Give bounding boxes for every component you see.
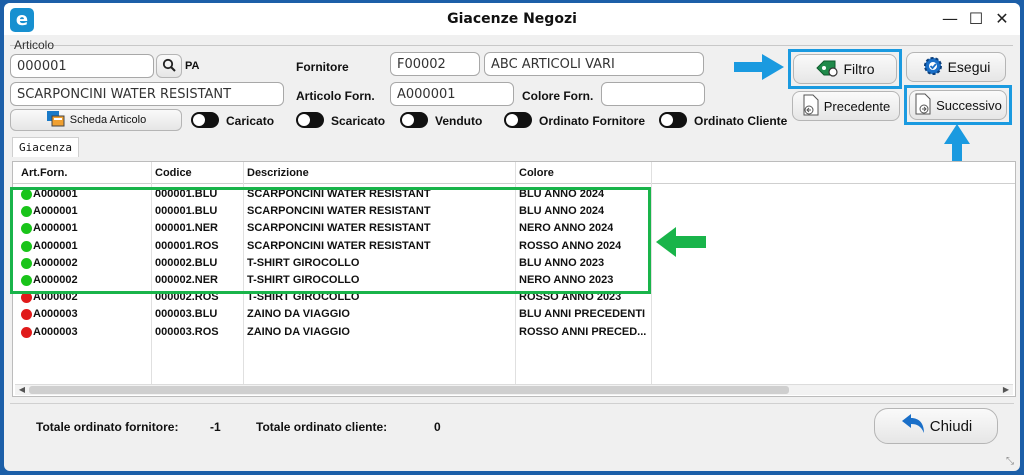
cell-code: 000003.BLU: [155, 308, 218, 321]
execute-label: Esegui: [947, 59, 991, 75]
main-window: e Giacenze Negozi — ☐ ✕ Articolo 000001 …: [4, 3, 1020, 471]
column-header-code[interactable]: Codice: [155, 167, 192, 179]
venduto-toggle[interactable]: [400, 112, 428, 128]
scrollbar-thumb[interactable]: [29, 386, 789, 394]
scroll-right-icon[interactable]: ▶: [1001, 385, 1011, 395]
search-button[interactable]: [156, 54, 182, 78]
total-supplier-value: -1: [210, 420, 221, 434]
status-red-icon: [21, 309, 32, 321]
total-customer-value: 0: [434, 420, 441, 434]
arrow-right-indicator-icon: [734, 54, 784, 80]
supplier-article-label: Articolo Forn.: [296, 89, 375, 103]
table-row[interactable]: A000003 000003.ROS ZAINO DA VIAGGIO ROSSO A…: [13, 324, 653, 341]
article-code-input[interactable]: 000001: [10, 54, 154, 78]
ordinato-cliente-toggle[interactable]: [659, 112, 687, 128]
supplier-code-input[interactable]: F00002: [390, 52, 480, 76]
column-header-description[interactable]: Descrizione: [247, 167, 309, 179]
resize-grip-icon[interactable]: ⤡: [1006, 456, 1014, 467]
execute-button[interactable]: Esegui: [906, 52, 1006, 82]
close-label: Chiudi: [929, 417, 973, 435]
rows-highlight: [10, 187, 651, 294]
article-code-suffix: PA: [185, 60, 200, 72]
grid-header: Art.Forn. Codice Descrizione Colore: [13, 162, 1015, 184]
total-supplier-label: Totale ordinato fornitore:: [36, 420, 179, 434]
column-header-supplier-article[interactable]: Art.Forn.: [21, 167, 67, 179]
article-description-input[interactable]: SCARPONCINI WATER RESISTANT: [10, 82, 284, 106]
filter-tag-icon: [815, 58, 839, 81]
article-card-button[interactable]: Scheda Articolo: [10, 109, 182, 131]
cell-description: ZAINO DA VIAGGIO: [247, 325, 350, 338]
previous-label: Precedente: [823, 98, 891, 114]
caricato-toggle[interactable]: [191, 112, 219, 128]
cell-code: 000003.ROS: [155, 325, 219, 338]
cell-description: ZAINO DA VIAGGIO: [247, 308, 350, 321]
scaricato-toggle[interactable]: [296, 112, 324, 128]
supplier-color-label: Colore Forn.: [522, 89, 594, 103]
arrow-left-indicator-icon: [656, 227, 706, 257]
window-title: Giacenze Negozi: [447, 11, 577, 27]
title-bar: e Giacenze Negozi — ☐ ✕: [4, 3, 1020, 35]
supplier-article-input[interactable]: A000001: [390, 82, 514, 106]
gear-icon: [922, 55, 944, 80]
scaricato-label: Scaricato: [331, 114, 386, 128]
search-icon: [162, 58, 176, 75]
ordinato-cliente-label: Ordinato Cliente: [694, 114, 788, 128]
minimize-button[interactable]: —: [938, 7, 962, 31]
next-label: Successivo: [936, 97, 1002, 113]
scroll-left-icon[interactable]: ◀: [17, 385, 27, 395]
cell-supplier-article: A000003: [33, 308, 78, 321]
document-back-icon: [802, 94, 820, 119]
tab-giacenza[interactable]: Giacenza: [12, 137, 79, 157]
ordinato-fornitore-toggle[interactable]: [504, 112, 532, 128]
caricato-label: Caricato: [226, 114, 275, 128]
footer-separator: [10, 403, 1014, 404]
cell-color: BLU ANNI PRECEDENTI: [519, 308, 646, 321]
cell-color: ROSSO ANNI PRECED...: [519, 325, 647, 338]
supplier-label: Fornitore: [296, 60, 349, 74]
filter-label: Filtro: [843, 61, 875, 77]
column-header-color[interactable]: Colore: [519, 167, 554, 179]
close-window-button[interactable]: ✕: [990, 7, 1014, 31]
article-card-label: Scheda Articolo: [69, 114, 147, 126]
status-red-icon: [21, 326, 32, 338]
table-row[interactable]: A000003 000003.BLU ZAINO DA VIAGGIO BLU ANN…: [13, 306, 653, 323]
supplier-name-input[interactable]: ABC ARTICOLI VARI: [484, 52, 704, 76]
horizontal-scrollbar[interactable]: ◀ ▶: [15, 384, 1013, 395]
filter-button[interactable]: Filtro: [793, 54, 897, 84]
total-customer-label: Totale ordinato cliente:: [256, 420, 388, 434]
article-card-icon: [46, 110, 66, 131]
close-button[interactable]: Chiudi: [874, 408, 998, 444]
cell-supplier-article: A000003: [33, 325, 78, 338]
next-button[interactable]: Successivo: [909, 90, 1007, 120]
ordinato-fornitore-label: Ordinato Fornitore: [539, 114, 645, 128]
article-group-label: Articolo: [14, 38, 55, 52]
maximize-button[interactable]: ☐: [964, 7, 988, 31]
document-forward-icon: [914, 93, 932, 118]
venduto-label: Venduto: [435, 114, 483, 128]
supplier-color-input[interactable]: [601, 82, 705, 106]
undo-arrow-icon: [900, 413, 926, 439]
previous-button[interactable]: Precedente: [792, 91, 900, 121]
